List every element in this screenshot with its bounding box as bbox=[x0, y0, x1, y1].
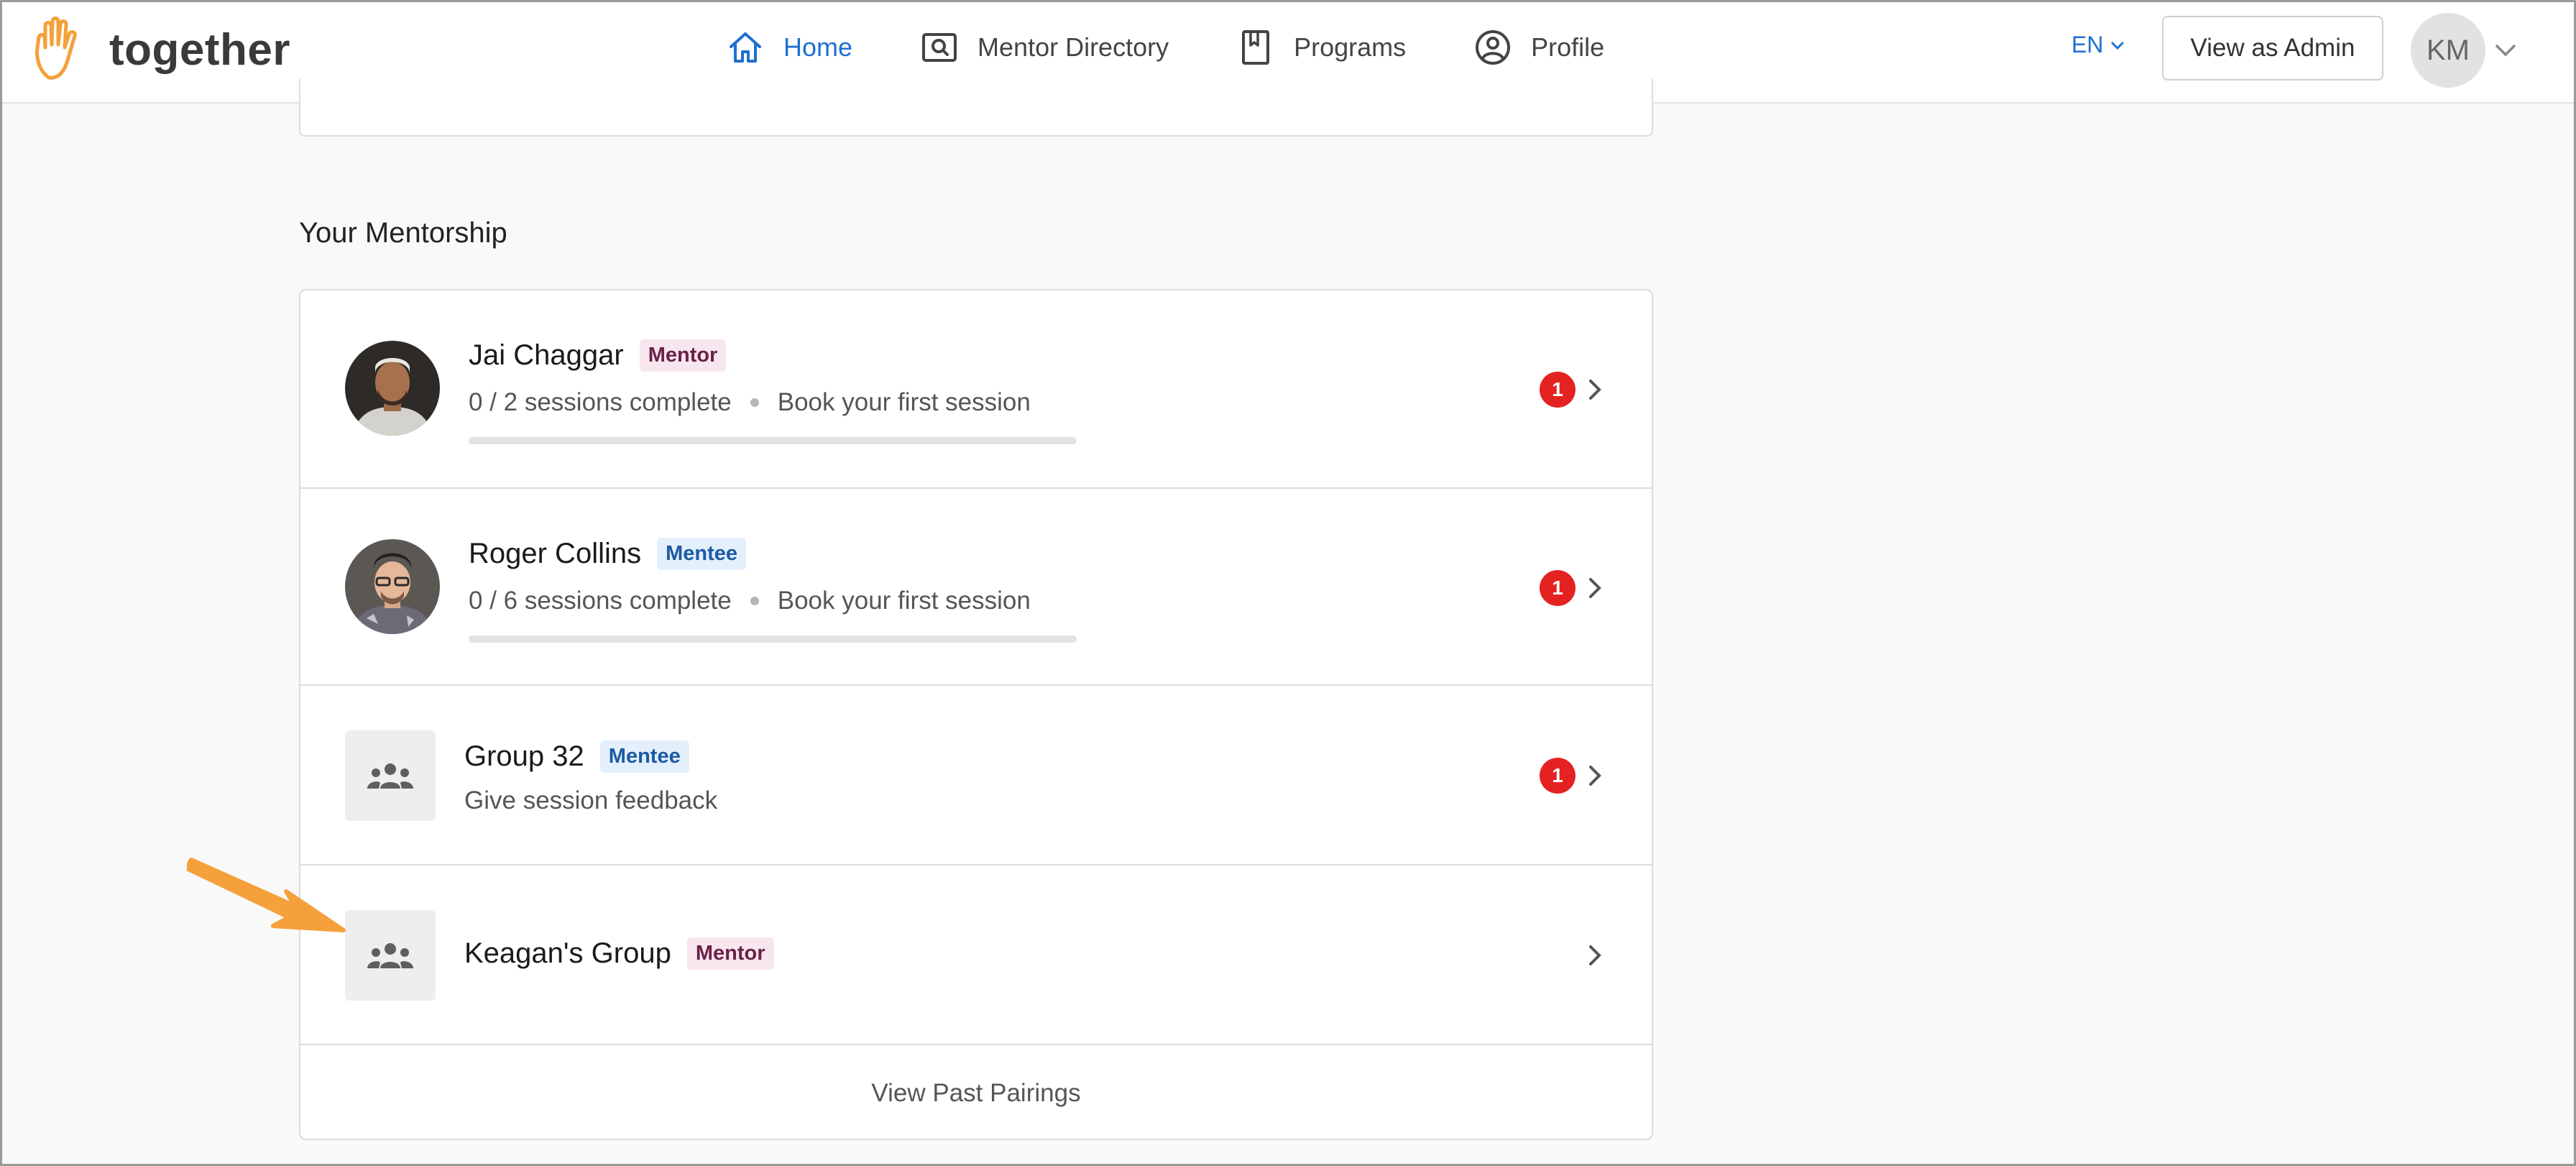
notification-badge: 1 bbox=[1540, 758, 1576, 794]
chevron-right-icon bbox=[1589, 945, 1601, 965]
group-avatar bbox=[345, 730, 436, 821]
pairing-header: Keagan's Group Mentor bbox=[464, 937, 774, 970]
separator-dot bbox=[750, 398, 759, 407]
role-badge: Mentor bbox=[686, 937, 774, 970]
next-action: Book your first session bbox=[777, 388, 1031, 416]
list-item[interactable]: Jai Chaggar Mentor 0 / 2 sessions comple… bbox=[300, 290, 1652, 489]
pairing-status: 0 / 6 sessions complete Book your first … bbox=[469, 587, 1031, 615]
role-badge: Mentee bbox=[599, 740, 689, 773]
book-icon bbox=[1242, 30, 1270, 65]
notification-badge: 1 bbox=[1540, 372, 1576, 408]
nav-mentor-directory-label: Mentor Directory bbox=[978, 32, 1169, 62]
group-icon bbox=[367, 763, 413, 789]
nav-programs-label: Programs bbox=[1294, 32, 1407, 62]
person-photo-icon bbox=[345, 341, 440, 436]
chevron-down-icon[interactable] bbox=[2491, 37, 2520, 63]
home-icon bbox=[730, 32, 761, 63]
next-action: Book your first session bbox=[777, 587, 1031, 615]
pairing-name: Jai Chaggar bbox=[469, 339, 624, 371]
pairing-status: Give session feedback bbox=[464, 786, 717, 815]
annotation-arrow-icon bbox=[187, 858, 346, 932]
separator-dot bbox=[750, 597, 759, 605]
user-avatar[interactable]: KM bbox=[2411, 13, 2485, 88]
mentorship-list: Jai Chaggar Mentor 0 / 2 sessions comple… bbox=[299, 289, 1653, 1140]
view-as-admin-button[interactable]: View as Admin bbox=[2162, 16, 2383, 81]
pairing-header: Jai Chaggar Mentor bbox=[469, 339, 727, 372]
sessions-count: 0 / 6 sessions complete bbox=[469, 587, 732, 615]
pairing-header: Roger Collins Mentee bbox=[469, 538, 747, 570]
role-badge: Mentee bbox=[657, 538, 747, 570]
nav-mentor-directory[interactable]: Mentor Directory bbox=[920, 28, 1169, 67]
language-selector[interactable]: EN bbox=[2071, 32, 2126, 58]
role-badge: Mentor bbox=[639, 339, 727, 372]
chevron-down-icon bbox=[2111, 42, 2124, 50]
person-photo-icon bbox=[345, 539, 440, 634]
view-past-pairings-label: View Past Pairings bbox=[871, 1079, 1081, 1107]
user-circle-icon bbox=[1476, 30, 1511, 65]
chevron-right-icon bbox=[1589, 766, 1601, 786]
main-nav: Home Mentor Directory Programs Profile bbox=[726, 26, 1672, 69]
view-past-pairings-link[interactable]: View Past Pairings bbox=[300, 1045, 1652, 1139]
brand-name: together bbox=[109, 24, 290, 75]
previous-section-card bbox=[299, 79, 1653, 137]
notification-badge: 1 bbox=[1540, 570, 1576, 606]
brand-logo[interactable]: together bbox=[33, 16, 290, 83]
nav-home-label: Home bbox=[783, 32, 853, 62]
sessions-count: 0 / 2 sessions complete bbox=[469, 388, 732, 416]
list-item[interactable]: Group 32 Mentee Give session feedback 1 bbox=[300, 686, 1652, 866]
nav-profile-label: Profile bbox=[1531, 32, 1605, 62]
nav-programs[interactable]: Programs bbox=[1236, 28, 1406, 67]
pairing-name: Group 32 bbox=[464, 740, 584, 772]
sessions-progress-bar bbox=[469, 635, 1077, 643]
language-label: EN bbox=[2071, 32, 2104, 58]
next-action: Give session feedback bbox=[464, 786, 718, 814]
list-item[interactable]: Roger Collins Mentee 0 / 6 sessions comp… bbox=[300, 489, 1652, 686]
pairing-status: 0 / 2 sessions complete Book your first … bbox=[469, 388, 1031, 417]
hand-wave-icon bbox=[35, 17, 77, 80]
chevron-right-icon bbox=[1589, 380, 1601, 400]
nav-profile[interactable]: Profile bbox=[1473, 28, 1604, 67]
list-item[interactable]: Keagan's Group Mentor bbox=[300, 866, 1652, 1045]
section-title: Your Mentorship bbox=[299, 217, 507, 249]
sessions-progress-bar bbox=[469, 437, 1077, 444]
avatar bbox=[345, 539, 440, 634]
chevron-right-icon bbox=[1589, 578, 1601, 598]
nav-home[interactable]: Home bbox=[726, 28, 852, 67]
directory-icon bbox=[922, 33, 957, 62]
pairing-name: Roger Collins bbox=[469, 538, 642, 569]
avatar bbox=[345, 341, 440, 436]
group-avatar bbox=[345, 910, 436, 1001]
pairing-name: Keagan's Group bbox=[464, 937, 671, 969]
group-icon bbox=[367, 943, 413, 968]
pairing-header: Group 32 Mentee bbox=[464, 740, 689, 773]
